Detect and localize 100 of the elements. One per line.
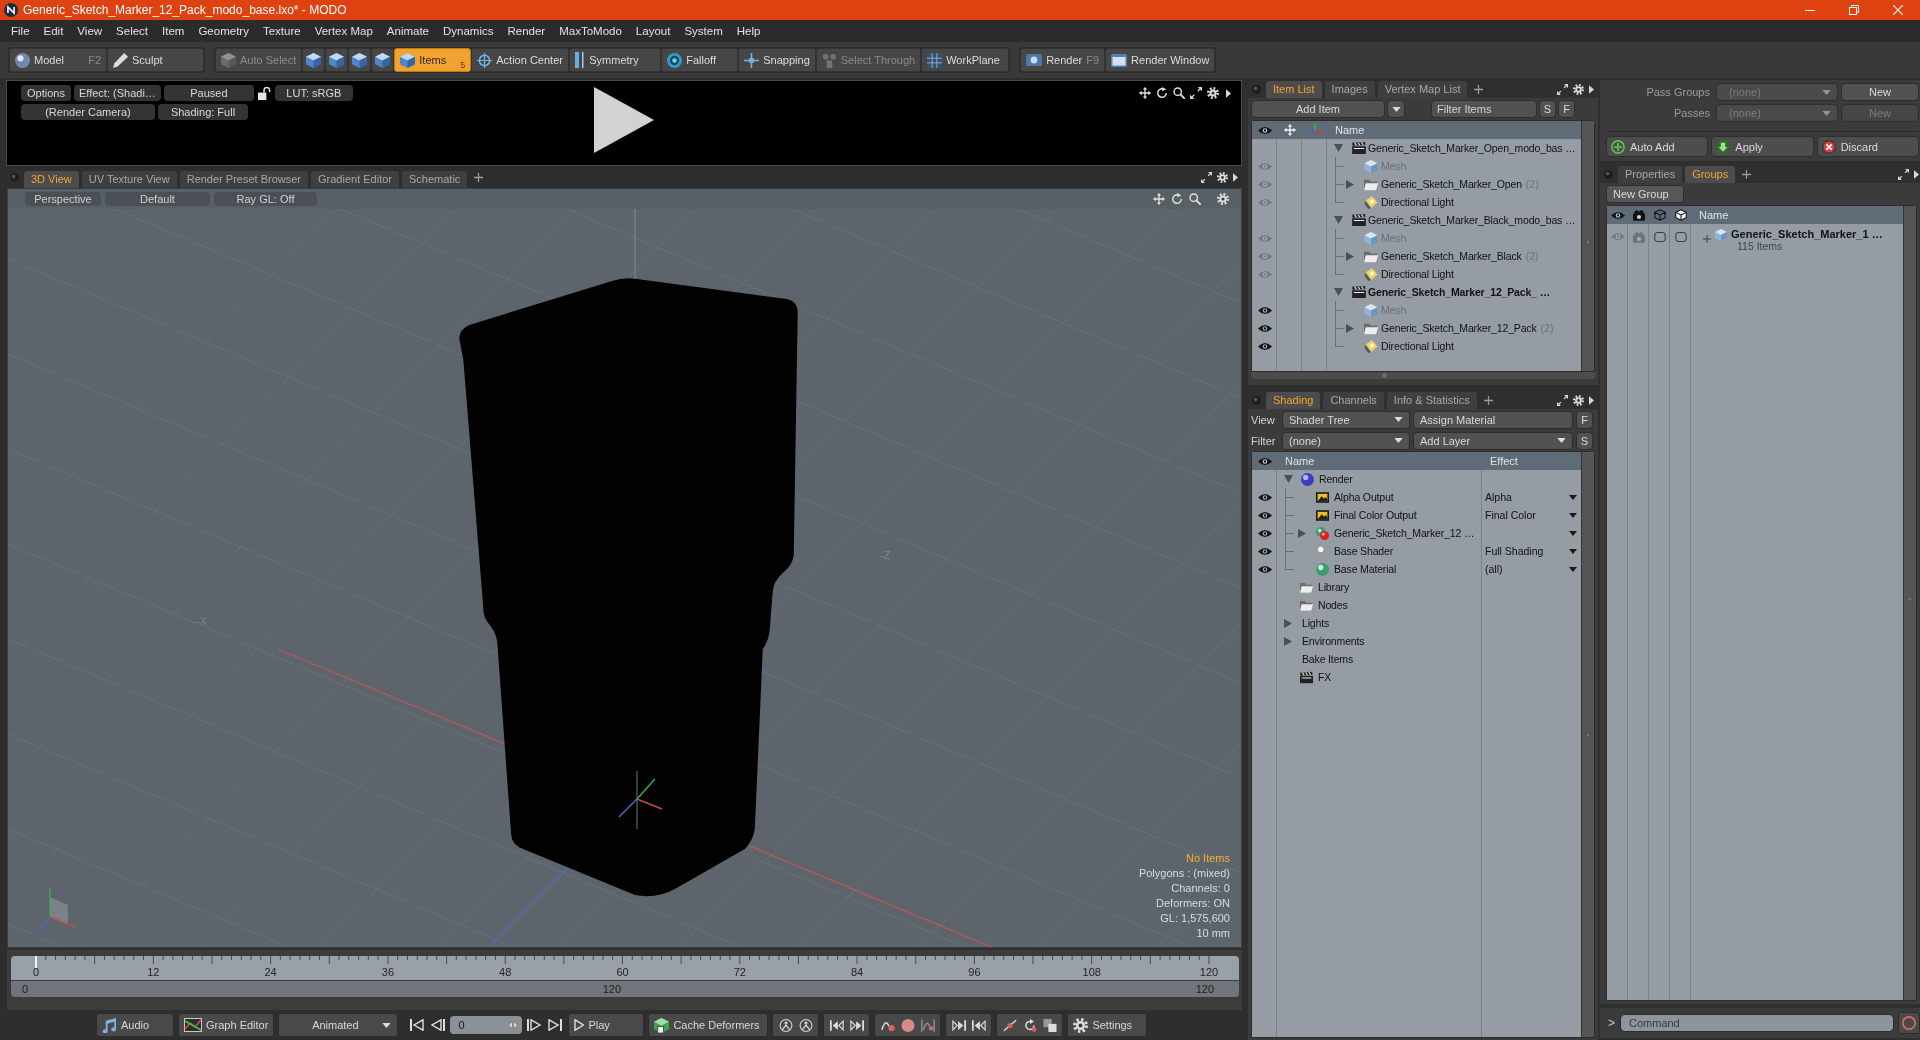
shader-item-name[interactable]: Generic_Sketch_Marker_12 …	[1334, 527, 1475, 539]
collapse-arrow-icon[interactable]	[1334, 144, 1343, 152]
column-header[interactable]: Effect	[1482, 455, 1581, 467]
caret-icon[interactable]	[1233, 172, 1238, 182]
settings-icon[interactable]	[1573, 83, 1584, 95]
toggle-button[interactable]: F	[1558, 100, 1575, 118]
expand-plus-icon[interactable]	[1703, 235, 1711, 243]
marker-model[interactable]	[459, 278, 798, 897]
add-tab-icon[interactable]	[1483, 395, 1493, 405]
add-tab-icon[interactable]	[1474, 84, 1484, 94]
maximize-icon[interactable]	[1898, 168, 1909, 180]
items-button[interactable]: Items 5	[394, 48, 472, 72]
auto-add-button[interactable]: Auto Add	[1606, 136, 1709, 157]
menu-item[interactable]: View	[70, 23, 110, 39]
eye-icon[interactable]	[1257, 546, 1272, 556]
expand-arrow-icon[interactable]	[1346, 323, 1354, 333]
preview-option-button[interactable]: (Render Camera)	[21, 104, 155, 120]
figure-button[interactable]	[776, 1016, 796, 1034]
scrollbar[interactable]	[1581, 452, 1594, 1037]
shader-item-name[interactable]: Lights	[1302, 617, 1330, 629]
eye-icon[interactable]	[1257, 492, 1272, 502]
panel-tab[interactable]: Info & Statistics	[1386, 392, 1477, 409]
maximize-icon[interactable]	[1201, 171, 1212, 183]
item-name[interactable]: Directional Light	[1381, 268, 1454, 280]
playhead-marker[interactable]	[35, 956, 37, 968]
expand-arrow-icon[interactable]	[1284, 636, 1292, 646]
add-tab-icon[interactable]	[1742, 169, 1752, 179]
workplane-button[interactable]: WorkPlane	[921, 48, 1010, 72]
panel-tab[interactable]: Shading	[1266, 392, 1321, 409]
item-name[interactable]: Generic_Sketch_Marker_12_Pack	[1381, 322, 1537, 334]
new-button[interactable]: New	[1841, 83, 1919, 101]
viewport-option-button[interactable]: Ray GL: Off	[214, 192, 317, 206]
apply-button[interactable]: Apply	[1711, 136, 1814, 157]
caret-icon[interactable]	[1589, 395, 1594, 405]
item-name[interactable]: Generic_Sketch_Marker_Open	[1381, 178, 1522, 190]
toggle-button[interactable]: S	[1576, 431, 1593, 450]
record-button[interactable]	[1898, 1012, 1920, 1034]
settings-icon[interactable]	[1217, 171, 1228, 183]
eye-icon[interactable]	[1610, 210, 1625, 220]
vertices-button[interactable]	[302, 48, 326, 72]
scene-name[interactable]: Generic_Sketch_Marker_Black_modo_bas …	[1368, 214, 1576, 226]
toggle-button[interactable]: F	[1576, 410, 1593, 429]
cube-outline-icon[interactable]	[1674, 209, 1687, 221]
viewport-tab[interactable]: UV Texture View	[81, 171, 177, 188]
menu-item[interactable]: Help	[729, 23, 768, 39]
eye-icon[interactable]	[1257, 456, 1272, 466]
render-button[interactable]: Render F9	[1020, 48, 1106, 72]
symmetry-button[interactable]: Symmetry	[569, 48, 662, 72]
menu-item[interactable]: Texture	[255, 23, 308, 39]
menu-item[interactable]: File	[4, 23, 37, 39]
maximize-icon[interactable]	[1190, 87, 1202, 99]
viewport-tab[interactable]: 3D View	[24, 171, 79, 188]
panel-tab[interactable]: Item List	[1266, 81, 1322, 98]
render-window-button[interactable]: Render Window	[1105, 48, 1216, 72]
discard-button[interactable]: Discard	[1816, 136, 1919, 157]
menu-item[interactable]: Render	[500, 23, 553, 39]
panel-tab[interactable]: Properties	[1618, 166, 1683, 183]
panel-tab[interactable]: Channels	[1323, 392, 1384, 409]
menu-item[interactable]: Animate	[379, 23, 436, 39]
caret-down-icon[interactable]	[1569, 512, 1577, 518]
scroll-handle[interactable]	[1585, 239, 1591, 245]
preview-option-button[interactable]: Shading: Full	[158, 104, 248, 120]
menu-item[interactable]: Geometry	[191, 23, 256, 39]
snapping-button[interactable]: Snapping	[738, 48, 816, 72]
item-name[interactable]: Directional Light	[1381, 340, 1454, 352]
scroll-handle[interactable]	[1381, 372, 1388, 379]
materials-button[interactable]	[371, 48, 395, 72]
shader-item-name[interactable]: Base Shader	[1334, 545, 1394, 557]
audio-button[interactable]: Audio	[96, 1013, 174, 1037]
caret-down-icon[interactable]	[1569, 566, 1577, 572]
lock-icon[interactable]	[257, 86, 271, 100]
scene-name[interactable]: Generic_Sketch_Marker_12_Pack_ …	[1368, 286, 1550, 298]
expand-arrow-icon[interactable]	[1298, 528, 1306, 538]
filter-field[interactable]: Filter Items	[1431, 100, 1537, 118]
panel-tab[interactable]: Groups	[1685, 166, 1736, 183]
caret-icon[interactable]	[1226, 88, 1231, 98]
shader-item-name[interactable]: Bake Items	[1302, 653, 1354, 665]
menu-item[interactable]: Item	[155, 23, 192, 39]
spinner-icon[interactable]	[507, 1020, 520, 1030]
toggle-button[interactable]: S	[1539, 100, 1556, 118]
scroll-handle[interactable]	[1585, 732, 1591, 738]
mode-dropdown[interactable]: Animated	[278, 1013, 399, 1037]
eye-icon[interactable]	[1257, 341, 1272, 351]
polygons-button[interactable]	[348, 48, 372, 72]
command-field[interactable]: Command	[1620, 1014, 1894, 1032]
shader-item-name[interactable]: Environments	[1302, 635, 1365, 647]
rotate-icon[interactable]	[1156, 87, 1168, 99]
collapse-arrow-icon[interactable]	[1334, 216, 1343, 224]
collapse-arrow-icon[interactable]	[1284, 475, 1293, 483]
expand-arrow-icon[interactable]	[1346, 251, 1354, 261]
assign-material-button[interactable]: Assign Material	[1413, 410, 1573, 429]
key-button[interactable]	[918, 1016, 938, 1034]
sculpt-button[interactable]: Sculpt	[107, 48, 204, 72]
figure-button[interactable]	[796, 1016, 816, 1034]
maximize-icon[interactable]	[1557, 83, 1568, 95]
shader-item-name[interactable]: Nodes	[1318, 599, 1348, 611]
caret-down-icon[interactable]	[1569, 530, 1577, 536]
add-tab-icon[interactable]	[474, 172, 484, 182]
menu-item[interactable]: Vertex Map	[307, 23, 380, 39]
caret-down-icon[interactable]	[1569, 548, 1577, 554]
